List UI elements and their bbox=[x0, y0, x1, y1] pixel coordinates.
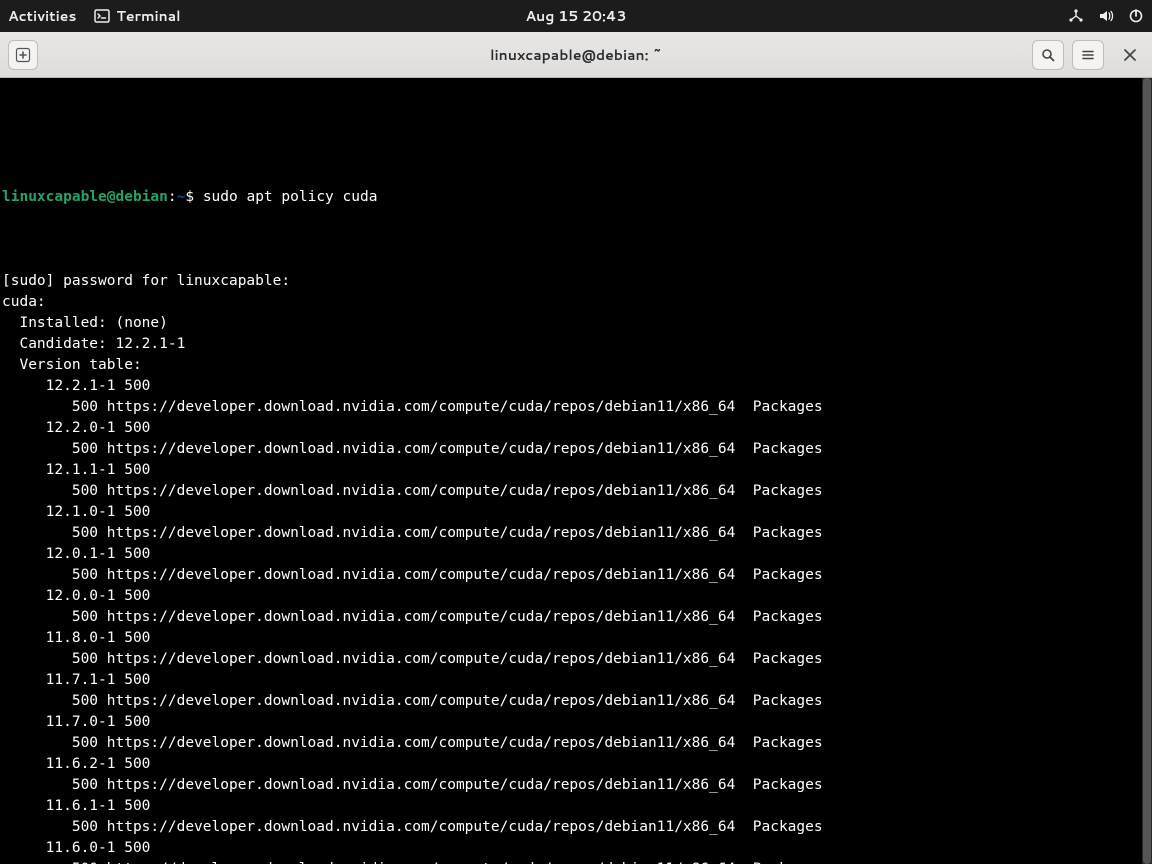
prompt-sep2: $ bbox=[185, 189, 202, 205]
volume-icon[interactable] bbox=[1098, 8, 1114, 24]
output-line: 11.6.2-1 500 bbox=[2, 754, 1150, 775]
output-line: 500 https://developer.download.nvidia.co… bbox=[2, 565, 1150, 586]
scrollbar-thumb[interactable] bbox=[1143, 78, 1151, 864]
output-line: 500 https://developer.download.nvidia.co… bbox=[2, 817, 1150, 838]
output-line: 11.6.0-1 500 bbox=[2, 838, 1150, 859]
prompt-user: linuxcapable bbox=[2, 189, 107, 205]
output-line: 500 https://developer.download.nvidia.co… bbox=[2, 397, 1150, 418]
output-line: 11.8.0-1 500 bbox=[2, 628, 1150, 649]
network-icon[interactable] bbox=[1068, 8, 1084, 24]
new-tab-button[interactable] bbox=[8, 40, 38, 70]
terminal-viewport[interactable]: linuxcapable@debian:~$ sudo apt policy c… bbox=[0, 78, 1152, 864]
search-button[interactable] bbox=[1032, 40, 1064, 70]
output-line: [sudo] password for linuxcapable: bbox=[2, 271, 1150, 292]
output-line: 500 https://developer.download.nvidia.co… bbox=[2, 481, 1150, 502]
output-line: 500 https://developer.download.nvidia.co… bbox=[2, 607, 1150, 628]
output-line: 11.7.1-1 500 bbox=[2, 670, 1150, 691]
output-line: 12.0.1-1 500 bbox=[2, 544, 1150, 565]
output-line: 500 https://developer.download.nvidia.co… bbox=[2, 733, 1150, 754]
output-line: 12.2.1-1 500 bbox=[2, 376, 1150, 397]
output-line: 11.7.0-1 500 bbox=[2, 712, 1150, 733]
window-titlebar: linuxcapable@debian: ~ bbox=[0, 32, 1152, 78]
gnome-topbar: Activities Terminal Aug 15 20:43 bbox=[0, 0, 1152, 32]
output-line: 11.6.1-1 500 bbox=[2, 796, 1150, 817]
scrollbar-track[interactable] bbox=[1142, 78, 1152, 864]
prompt-at: @ bbox=[107, 189, 116, 205]
command-output: [sudo] password for linuxcapable: cuda: … bbox=[2, 271, 1150, 864]
output-line: 12.0.0-1 500 bbox=[2, 586, 1150, 607]
power-icon[interactable] bbox=[1128, 8, 1144, 24]
activities-button[interactable]: Activities bbox=[8, 6, 76, 26]
active-app-indicator[interactable]: Terminal bbox=[94, 6, 180, 26]
output-line: 12.2.0-1 500 bbox=[2, 418, 1150, 439]
output-line: 500 https://developer.download.nvidia.co… bbox=[2, 649, 1150, 670]
output-line: 500 https://developer.download.nvidia.co… bbox=[2, 523, 1150, 544]
prompt-sep1: : bbox=[168, 189, 177, 205]
output-line: 500 https://developer.download.nvidia.co… bbox=[2, 775, 1150, 796]
output-line: cuda: bbox=[2, 292, 1150, 313]
output-line: Installed: (none) bbox=[2, 313, 1150, 334]
output-line: 500 https://developer.download.nvidia.co… bbox=[2, 439, 1150, 460]
terminal-icon bbox=[94, 8, 110, 24]
output-line: Candidate: 12.2.1-1 bbox=[2, 334, 1150, 355]
output-line: 12.1.0-1 500 bbox=[2, 502, 1150, 523]
output-line: 500 https://developer.download.nvidia.co… bbox=[2, 691, 1150, 712]
clock[interactable]: Aug 15 20:43 bbox=[525, 6, 626, 26]
window-title: linuxcapable@debian: ~ bbox=[490, 45, 662, 65]
typed-command: sudo apt policy cuda bbox=[203, 189, 378, 205]
close-button[interactable] bbox=[1116, 41, 1144, 69]
prompt-host: debian bbox=[116, 189, 168, 205]
output-line: Version table: bbox=[2, 355, 1150, 376]
menu-button[interactable] bbox=[1072, 40, 1104, 70]
prompt-line-1: linuxcapable@debian:~$ sudo apt policy c… bbox=[2, 187, 1150, 208]
output-line: 12.1.1-1 500 bbox=[2, 460, 1150, 481]
active-app-label: Terminal bbox=[116, 6, 180, 26]
output-line: 500 https://developer.download.nvidia.co… bbox=[2, 859, 1150, 864]
